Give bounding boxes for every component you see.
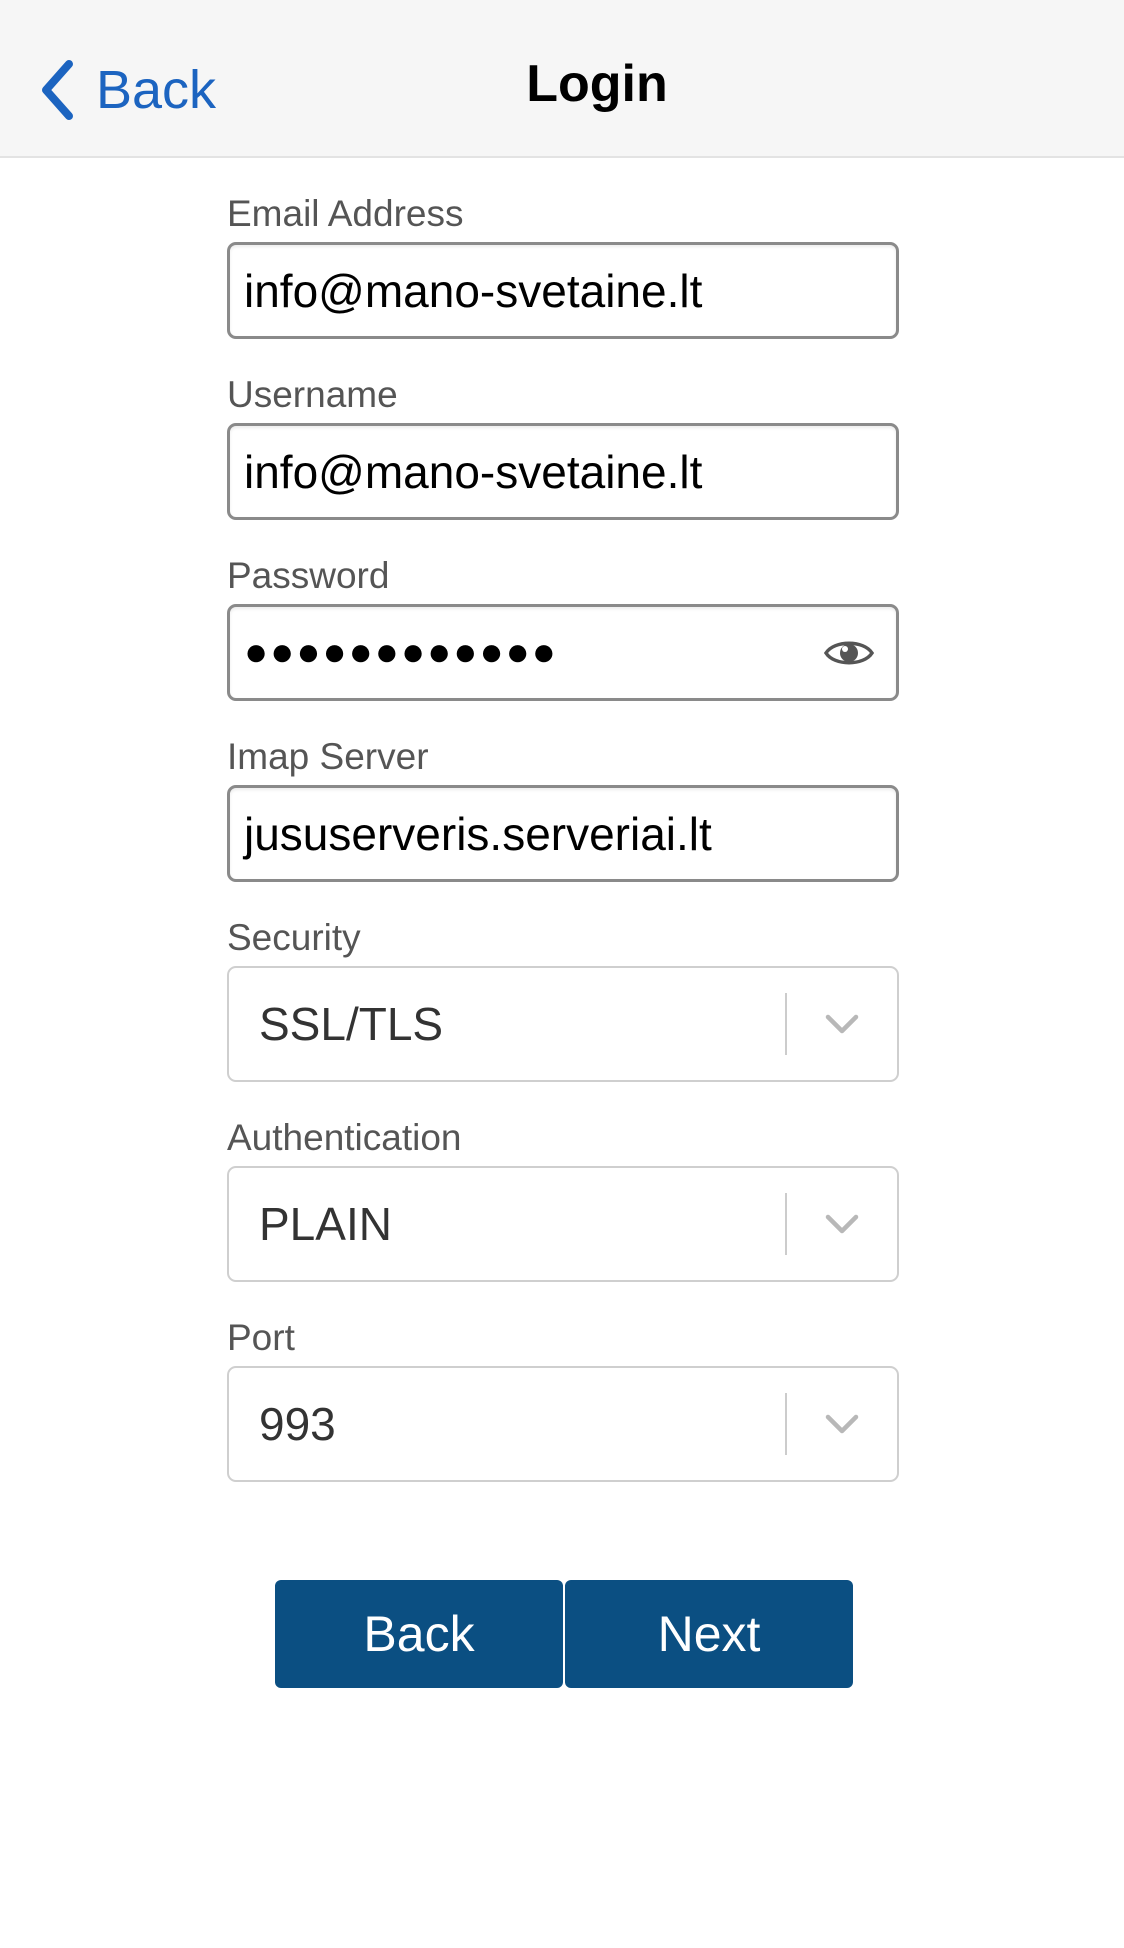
security-select[interactable]: SSL/TLS — [227, 966, 899, 1082]
email-field[interactable]: info@mano-svetaine.lt — [227, 242, 899, 339]
username-label: Username — [227, 374, 398, 415]
imap-server-value: jususerveris.serveriai.lt — [244, 807, 712, 860]
authentication-label: Authentication — [227, 1117, 462, 1158]
next-button[interactable]: Next — [565, 1580, 853, 1688]
username-field[interactable]: info@mano-svetaine.lt — [227, 423, 899, 520]
eye-icon[interactable] — [824, 636, 874, 670]
port-selected-value: 993 — [259, 1398, 336, 1450]
email-label: Email Address — [227, 193, 464, 234]
navigation-bar: Back Login — [0, 0, 1124, 158]
security-label: Security — [227, 917, 361, 958]
email-value: info@mano-svetaine.lt — [244, 264, 703, 317]
back-button[interactable]: Back — [275, 1580, 563, 1688]
security-selected-value: SSL/TLS — [259, 998, 444, 1050]
imap-server-label: Imap Server — [227, 736, 429, 777]
chevron-down-icon[interactable] — [787, 1213, 897, 1235]
login-form: Email Address info@mano-svetaine.lt User… — [227, 186, 899, 1510]
form-buttons: Back Next — [275, 1580, 853, 1688]
authentication-select[interactable]: PLAIN — [227, 1166, 899, 1282]
password-label: Password — [227, 555, 390, 596]
chevron-down-icon[interactable] — [787, 1413, 897, 1435]
chevron-down-icon[interactable] — [787, 1013, 897, 1035]
password-masked-value: ●●●●●●●●●●●● — [244, 630, 558, 674]
port-select[interactable]: 993 — [227, 1366, 899, 1482]
imap-server-field[interactable]: jususerveris.serveriai.lt — [227, 785, 899, 882]
username-value: info@mano-svetaine.lt — [244, 445, 703, 498]
password-field[interactable]: ●●●●●●●●●●●● — [227, 604, 899, 701]
port-label: Port — [227, 1317, 295, 1358]
authentication-selected-value: PLAIN — [259, 1198, 392, 1250]
page-title: Login — [526, 55, 668, 113]
